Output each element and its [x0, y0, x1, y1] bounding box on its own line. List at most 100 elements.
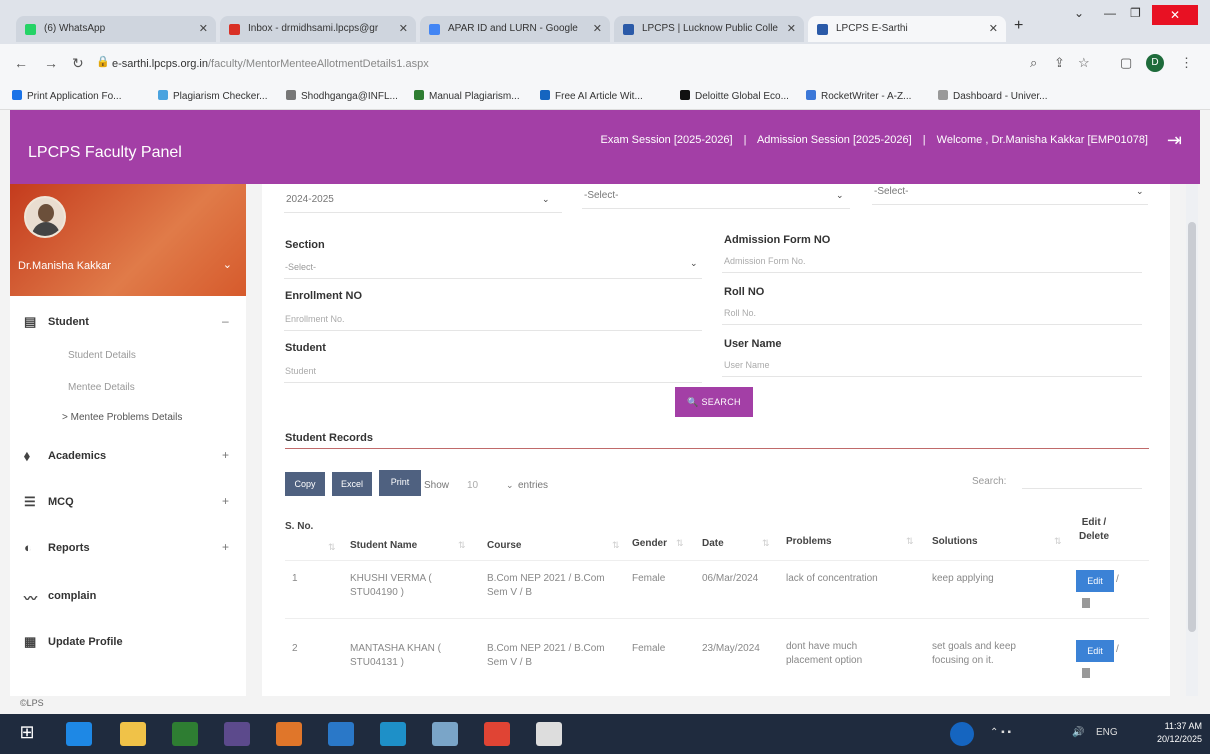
- bookmark-item[interactable]: Dashboard - Univer...: [938, 90, 1048, 102]
- sidebar-item-reports[interactable]: ◐ Reports +: [10, 534, 246, 564]
- close-icon[interactable]: ✕: [399, 22, 408, 35]
- chevron-down-icon[interactable]: ⌄: [1136, 186, 1144, 197]
- chevron-down-icon[interactable]: ⌄: [542, 194, 550, 205]
- chevron-down-icon[interactable]: ⌄: [223, 258, 232, 271]
- column-header-sno[interactable]: S. No.: [285, 520, 315, 533]
- column-header-gender[interactable]: Gender: [632, 538, 667, 549]
- column-header-problems[interactable]: Problems: [786, 536, 832, 547]
- sidebar-item-student[interactable]: ▤ Student –: [10, 308, 246, 338]
- scrollbar-thumb[interactable]: [1188, 222, 1196, 632]
- bookmark-item[interactable]: Manual Plagiarism...: [414, 90, 520, 102]
- sidebar-item-complain[interactable]: 〰 complain: [10, 582, 246, 612]
- edit-button[interactable]: Edit: [1076, 570, 1114, 592]
- url-field[interactable]: e-sarthi.lpcps.org.in/faculty/MentorMent…: [112, 54, 429, 74]
- sidepanel-icon[interactable]: ▢: [1120, 55, 1132, 71]
- copy-button[interactable]: Copy: [285, 472, 325, 496]
- help-icon[interactable]: [950, 722, 974, 746]
- excel-button[interactable]: Excel: [332, 472, 372, 496]
- sort-icon[interactable]: ⇅: [1054, 536, 1062, 547]
- bookmark-item[interactable]: Print Application Fo...: [12, 90, 122, 102]
- sidebar-item-update-profile[interactable]: ▦ Update Profile: [10, 628, 246, 658]
- forward-icon[interactable]: →: [44, 55, 58, 71]
- browser-tab-esarthi[interactable]: LPCPS E-Sarthi ✕: [808, 16, 1006, 42]
- column-header-date[interactable]: Date: [702, 538, 724, 549]
- browser-tab-whatsapp[interactable]: (6) WhatsApp ✕: [16, 16, 216, 42]
- clock[interactable]: 11:37 AM 20/12/2025: [1157, 720, 1202, 746]
- back-icon[interactable]: ←: [14, 55, 28, 71]
- select-dropdown-3[interactable]: -Select-: [874, 186, 908, 197]
- bookmark-item[interactable]: Shodhganga@INFL...: [286, 90, 398, 102]
- trash-icon[interactable]: [1082, 668, 1090, 678]
- edge-icon[interactable]: [380, 722, 406, 746]
- user-name-input[interactable]: User Name: [724, 360, 770, 370]
- bookmark-item[interactable]: Plagiarism Checker...: [158, 90, 267, 102]
- sidebar-sub-mentee-details[interactable]: Mentee Details: [68, 382, 135, 393]
- sidebar-sub-mentee-problems[interactable]: > Mentee Problems Details: [62, 412, 182, 423]
- minimize-icon[interactable]: —: [1104, 6, 1116, 24]
- chevron-down-icon[interactable]: ⌄: [506, 480, 514, 491]
- internet-explorer-icon[interactable]: [66, 722, 92, 746]
- zip-icon[interactable]: [536, 722, 562, 746]
- volume-icon[interactable]: 🔊: [1072, 727, 1084, 738]
- chrome-icon[interactable]: [484, 722, 510, 746]
- lock-icon[interactable]: 🔒: [96, 55, 110, 68]
- sort-icon[interactable]: ⇅: [676, 538, 684, 549]
- bookmark-item[interactable]: RocketWriter - A-Z...: [806, 90, 911, 102]
- browser-tab-apar[interactable]: APAR ID and LURN - Google ✕: [420, 16, 610, 42]
- browser-tab-lpcps[interactable]: LPCPS | Lucknow Public Colle ✕: [614, 16, 804, 42]
- student-input[interactable]: Student: [285, 366, 316, 376]
- sort-icon[interactable]: ⇅: [458, 540, 466, 551]
- media-icon[interactable]: [224, 722, 250, 746]
- new-tab-icon[interactable]: +: [1014, 17, 1023, 35]
- bookmark-item[interactable]: Deloitte Global Eco...: [680, 90, 789, 102]
- sort-icon[interactable]: ⇅: [612, 540, 620, 551]
- file-explorer-icon[interactable]: [120, 722, 146, 746]
- edit-button[interactable]: Edit: [1076, 640, 1114, 662]
- star-icon[interactable]: ☆: [1078, 55, 1090, 71]
- sidebar-item-mcq[interactable]: ☰ MCQ +: [10, 488, 246, 518]
- menu-icon[interactable]: ⋮: [1180, 55, 1193, 71]
- zoom-icon[interactable]: ⌕: [1030, 55, 1037, 71]
- sort-icon[interactable]: ⇅: [906, 536, 914, 547]
- print-button[interactable]: Print: [379, 470, 421, 496]
- expand-icon[interactable]: +: [222, 448, 229, 462]
- share-icon[interactable]: ⇪: [1054, 55, 1065, 71]
- column-header-course[interactable]: Course: [487, 540, 521, 551]
- app-icon[interactable]: [432, 722, 458, 746]
- media-player-icon[interactable]: [276, 722, 302, 746]
- maximize-icon[interactable]: ❐: [1130, 6, 1141, 24]
- tab-search-icon[interactable]: ⌄: [1074, 6, 1084, 24]
- expand-icon[interactable]: +: [222, 540, 229, 554]
- language-indicator[interactable]: ENG: [1096, 727, 1118, 738]
- roll-no-input[interactable]: Roll No.: [724, 308, 756, 318]
- tray-icons[interactable]: ⌃ ▪ ▪: [990, 727, 1011, 738]
- expand-icon[interactable]: +: [222, 494, 229, 508]
- trash-icon[interactable]: [1082, 598, 1090, 608]
- store-icon[interactable]: [172, 722, 198, 746]
- sidebar-item-academics[interactable]: ⬧ Academics +: [10, 442, 246, 472]
- profile-avatar[interactable]: D: [1146, 54, 1164, 72]
- windows-start-icon[interactable]: ⊞: [14, 722, 40, 746]
- window-close-icon[interactable]: ✕: [1152, 5, 1198, 25]
- column-header-solutions[interactable]: Solutions: [932, 536, 978, 547]
- table-search-input[interactable]: [1022, 488, 1142, 489]
- bookmark-item[interactable]: Free AI Article Wit...: [540, 90, 643, 102]
- admission-form-input[interactable]: Admission Form No.: [724, 256, 806, 266]
- column-header-student-name[interactable]: Student Name: [350, 540, 417, 551]
- browser-tab-inbox[interactable]: Inbox - drmidhsami.lpcps@gr ✕: [220, 16, 416, 42]
- entries-select[interactable]: 10: [467, 480, 478, 491]
- logout-icon[interactable]: ⇥: [1167, 130, 1182, 151]
- select-dropdown-2[interactable]: -Select-: [584, 190, 618, 201]
- chevron-down-icon[interactable]: ⌄: [836, 190, 844, 201]
- sort-icon[interactable]: ⇅: [762, 538, 770, 549]
- close-icon[interactable]: ✕: [199, 22, 208, 35]
- chevron-down-icon[interactable]: ⌄: [690, 258, 698, 269]
- dropbox-icon[interactable]: [328, 722, 354, 746]
- close-icon[interactable]: ✕: [989, 22, 998, 35]
- section-select[interactable]: -Select-: [285, 262, 316, 272]
- close-icon[interactable]: ✕: [593, 22, 602, 35]
- reload-icon[interactable]: ↻: [72, 55, 84, 72]
- search-button[interactable]: 🔍 SEARCH: [675, 387, 753, 417]
- collapse-icon[interactable]: –: [222, 314, 229, 328]
- enrollment-input[interactable]: Enrollment No.: [285, 314, 345, 324]
